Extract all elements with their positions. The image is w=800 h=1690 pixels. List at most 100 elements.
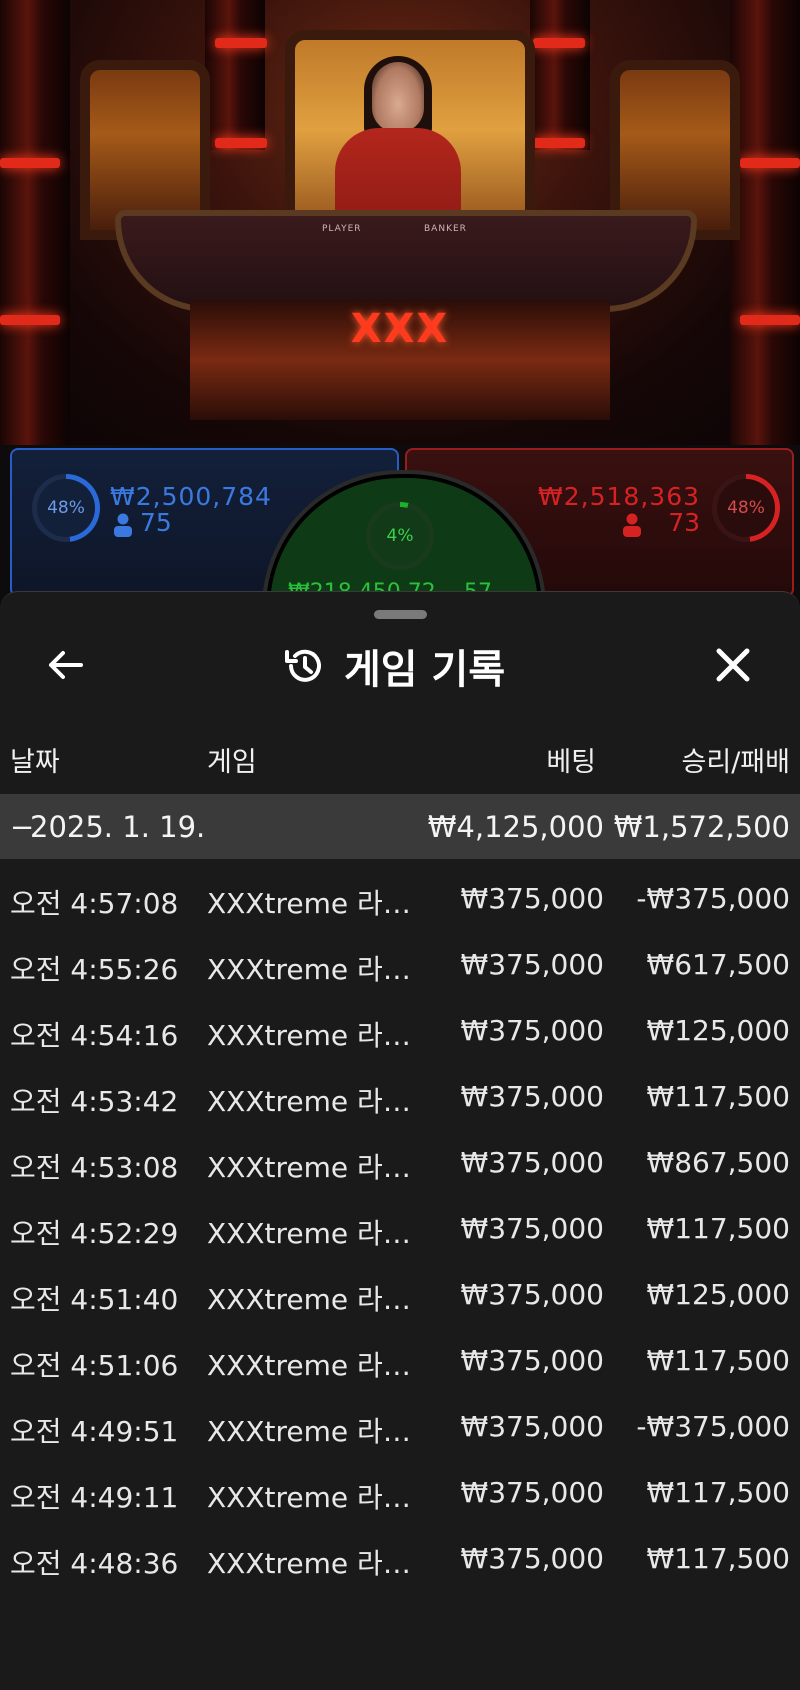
column-header-game: 게임 <box>207 747 257 778</box>
row-result: -₩375,000 <box>636 882 790 915</box>
row-result: ₩117,500 <box>646 1344 790 1377</box>
row-time: 오전 4:57:08 <box>10 887 179 920</box>
row-result: ₩117,500 <box>646 1080 790 1113</box>
row-game: XXXtreme 라이트닝 바카라 <box>207 1283 417 1316</box>
row-result: ₩125,000 <box>646 1014 790 1047</box>
player-bet-amount: ₩2,500,784 <box>110 482 272 511</box>
table-row[interactable]: 오전 4:49:11 XXXtreme 라이트닝 바카라 ₩375,000 ₩117,… <box>0 1460 800 1526</box>
row-time: 오전 4:53:08 <box>10 1151 179 1184</box>
row-game: XXXtreme 라이트닝 바카라 <box>207 1547 417 1580</box>
history-icon <box>285 649 321 682</box>
row-bet: ₩375,000 <box>460 882 604 915</box>
arrow-left-icon <box>49 651 83 679</box>
group-result-total: ₩1,572,500 <box>613 810 790 844</box>
back-button[interactable] <box>40 640 90 690</box>
close-button[interactable] <box>708 640 758 690</box>
history-list: 오전 4:57:08 XXXtreme 라이트닝 바카라 ₩375,000 -₩375… <box>0 866 800 1592</box>
light-ring <box>533 138 585 148</box>
row-bet: ₩375,000 <box>460 1410 604 1443</box>
sheet-header: 게임 기록 <box>282 641 505 693</box>
row-bet: ₩375,000 <box>460 1278 604 1311</box>
row-time: 오전 4:48:36 <box>10 1547 179 1580</box>
row-bet: ₩375,000 <box>460 1344 604 1377</box>
table-row[interactable]: 오전 4:55:26 XXXtreme 라이트닝 바카라 ₩375,000 ₩617,… <box>0 932 800 998</box>
row-time: 오전 4:54:16 <box>10 1019 179 1052</box>
baccarat-table <box>115 210 697 312</box>
row-game: XXXtreme 라이트닝 바카라 <box>207 1481 417 1514</box>
tie-percent-gauge: 4% <box>366 502 434 570</box>
row-result: ₩117,500 <box>646 1212 790 1245</box>
row-game: XXXtreme 라이트닝 바카라 <box>207 1151 417 1184</box>
sheet-drag-handle[interactable] <box>374 610 427 619</box>
player-percent: 48% <box>47 498 85 518</box>
table-row[interactable]: 오전 4:51:40 XXXtreme 라이트닝 바카라 ₩375,000 ₩125,… <box>0 1262 800 1328</box>
banker-count: 73 <box>668 508 700 537</box>
player-count: 75 <box>140 508 172 537</box>
row-game: XXXtreme 라이트닝 바카라 <box>207 953 417 986</box>
row-time: 오전 4:52:29 <box>10 1217 179 1250</box>
row-result: ₩125,000 <box>646 1278 790 1311</box>
table-row[interactable]: 오전 4:57:08 XXXtreme 라이트닝 바카라 ₩375,000 -₩375… <box>0 866 800 932</box>
column-header-date: 날짜 <box>10 747 60 778</box>
row-bet: ₩375,000 <box>460 1146 604 1179</box>
table-row[interactable]: 오전 4:53:08 XXXtreme 라이트닝 바카라 ₩375,000 ₩867,… <box>0 1130 800 1196</box>
user-icon <box>622 513 642 537</box>
banker-percent: 48% <box>727 498 765 518</box>
user-icon <box>113 513 133 537</box>
row-game: XXXtreme 라이트닝 바카라 <box>207 1217 417 1250</box>
row-result: -₩375,000 <box>636 1410 790 1443</box>
row-time: 오전 4:55:26 <box>10 953 179 986</box>
table-row[interactable]: 오전 4:52:29 XXXtreme 라이트닝 바카라 ₩375,000 ₩117,… <box>0 1196 800 1262</box>
player-percent-gauge: 48% <box>32 474 100 542</box>
felt-player-label: PLAYER <box>322 224 362 234</box>
table-row[interactable]: 오전 4:53:42 XXXtreme 라이트닝 바카라 ₩375,000 ₩117,… <box>0 1064 800 1130</box>
table-row[interactable]: 오전 4:54:16 XXXtreme 라이트닝 바카라 ₩375,000 ₩125,… <box>0 998 800 1064</box>
light-ring <box>740 158 800 168</box>
row-time: 오전 4:51:06 <box>10 1349 179 1382</box>
row-bet: ₩375,000 <box>460 1476 604 1509</box>
row-game: XXXtreme 라이트닝 바카라 <box>207 1019 417 1052</box>
row-game: XXXtreme 라이트닝 바카라 <box>207 1085 417 1118</box>
light-ring <box>215 138 267 148</box>
column-header-result: 승리/패배 <box>681 747 790 778</box>
table-logo: XXX <box>350 306 450 352</box>
row-bet: ₩375,000 <box>460 1080 604 1113</box>
page-title: 게임 기록 <box>344 647 506 693</box>
close-icon <box>716 648 750 682</box>
felt-banker-label: BANKER <box>424 224 467 234</box>
tie-percent: 4% <box>386 526 414 546</box>
row-bet: ₩375,000 <box>460 1212 604 1245</box>
table-row[interactable]: 오전 4:51:06 XXXtreme 라이트닝 바카라 ₩375,000 ₩117,… <box>0 1328 800 1394</box>
group-bet-total: ₩4,125,000 <box>427 810 604 844</box>
inner-left-pillar <box>205 0 265 150</box>
row-result: ₩617,500 <box>646 948 790 981</box>
light-ring <box>0 158 60 168</box>
table-row[interactable]: 오전 4:48:36 XXXtreme 라이트닝 바카라 ₩375,000 ₩117,… <box>0 1526 800 1592</box>
row-time: 오전 4:49:11 <box>10 1481 179 1514</box>
row-bet: ₩375,000 <box>460 1542 604 1575</box>
inner-right-pillar <box>530 0 590 150</box>
group-date: 2025. 1. 19. <box>30 810 206 844</box>
right-pillar <box>730 0 800 445</box>
row-result: ₩117,500 <box>646 1542 790 1575</box>
row-time: 오전 4:49:51 <box>10 1415 179 1448</box>
date-group-row[interactable]: − 2025. 1. 19. ₩4,125,000 ₩1,572,500 <box>0 794 800 859</box>
column-header-bet: 베팅 <box>546 747 596 778</box>
light-ring <box>740 315 800 325</box>
row-game: XXXtreme 라이트닝 바카라 <box>207 1415 417 1448</box>
row-result: ₩867,500 <box>646 1146 790 1179</box>
light-ring <box>215 38 267 48</box>
live-video-stream: PLAYER BANKER XXX <box>0 0 800 445</box>
row-bet: ₩375,000 <box>460 948 604 981</box>
light-ring <box>0 315 60 325</box>
row-game: XXXtreme 라이트닝 바카라 <box>207 887 417 920</box>
banker-percent-gauge: 48% <box>712 474 780 542</box>
light-ring <box>533 38 585 48</box>
dealer-face <box>372 62 424 132</box>
row-bet: ₩375,000 <box>460 1014 604 1047</box>
row-game: XXXtreme 라이트닝 바카라 <box>207 1349 417 1382</box>
table-row[interactable]: 오전 4:49:51 XXXtreme 라이트닝 바카라 ₩375,000 -₩375… <box>0 1394 800 1460</box>
banker-bet-amount: ₩2,518,363 <box>538 482 700 511</box>
row-time: 오전 4:53:42 <box>10 1085 179 1118</box>
row-time: 오전 4:51:40 <box>10 1283 179 1316</box>
